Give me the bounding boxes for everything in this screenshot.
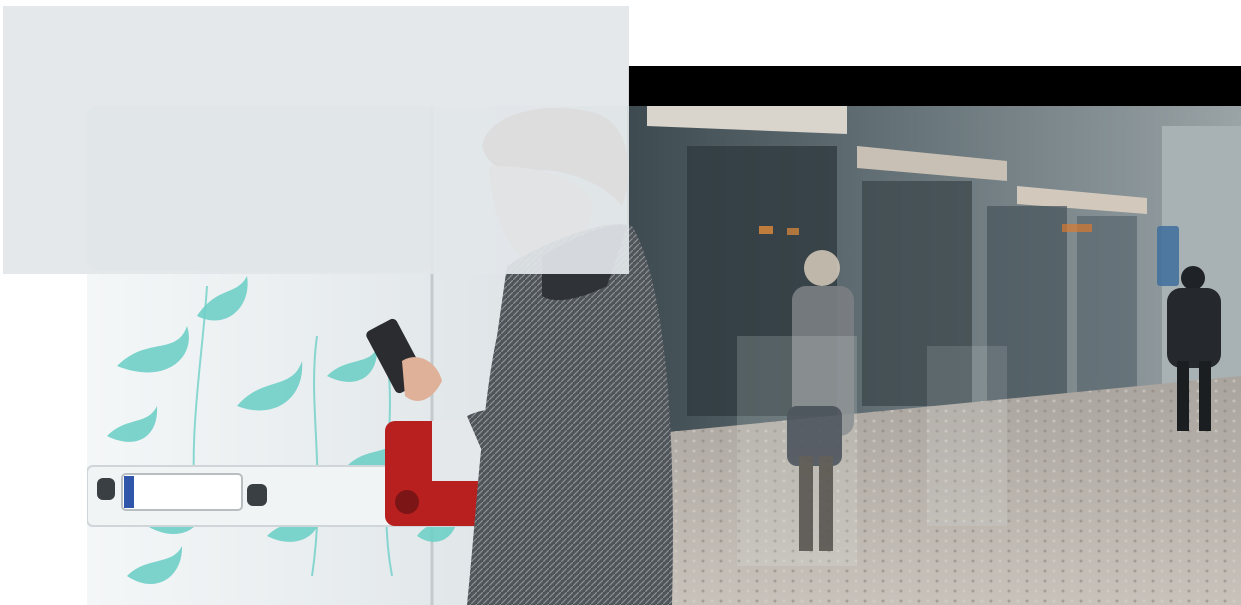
top-accent-band — [628, 66, 1241, 106]
grey-overlay-panel — [3, 6, 629, 274]
hero-image-composition — [0, 0, 1241, 605]
